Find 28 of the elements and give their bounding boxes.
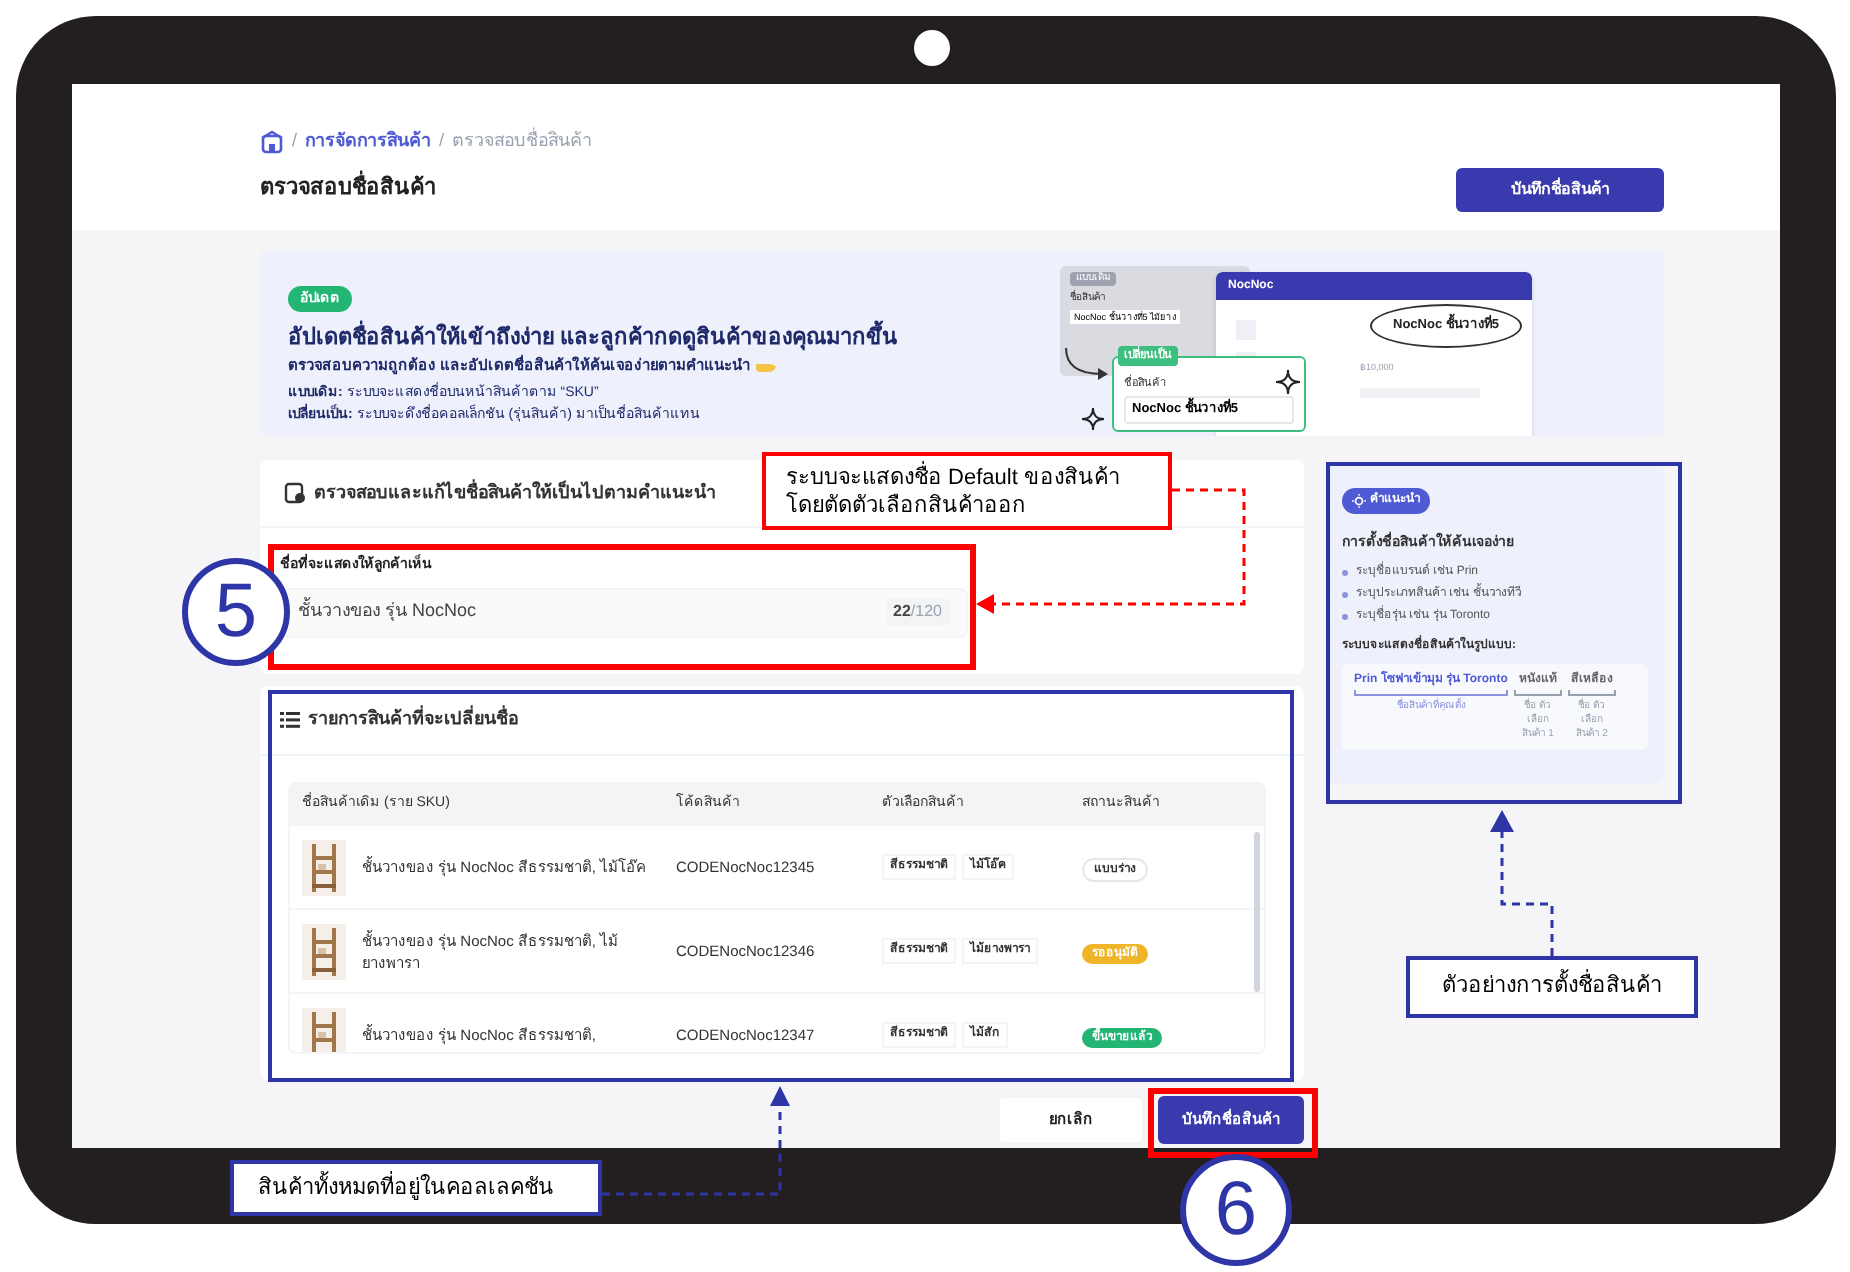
bullet-icon	[1342, 613, 1348, 619]
curved-arrow-icon	[1062, 346, 1110, 382]
bracket-icon	[1513, 689, 1562, 695]
banner-title: อัปเดตชื่อสินค้าให้เข้าถึงง่าย และลูกค้ากดดูสินค้าของคุณมากขึ้น	[288, 324, 899, 354]
bullet-icon	[1342, 591, 1348, 597]
sparkle-icon	[1082, 408, 1104, 430]
callout: ระบบจะแสดงชื่อ Default ของสินค้า โดยตัดตัวเลือกสินค้าออก	[762, 452, 1172, 530]
store-icon[interactable]	[260, 129, 284, 154]
save-button[interactable]: บันทึกชื่อสินค้า	[1456, 167, 1664, 211]
character-counter: 22/120	[885, 598, 950, 626]
scrollbar[interactable]	[1254, 832, 1260, 992]
page-title: ตรวจสอบชื่อสินค้า	[260, 172, 436, 206]
callout: ตัวอย่างการตั้งชื่อสินค้า	[1406, 956, 1698, 1018]
breadcrumb-separator: /	[292, 128, 298, 154]
step-number: 6	[1180, 1154, 1292, 1266]
callout: สินค้าทั้งหมดที่อยู่ในคอลเลคชัน	[230, 1160, 602, 1216]
list-icon	[280, 712, 300, 728]
lightbulb-icon	[1352, 494, 1366, 508]
bracket-icon	[1354, 689, 1508, 695]
bracket-icon	[1567, 689, 1616, 695]
bullet-icon	[1342, 569, 1348, 575]
breadcrumb-separator: /	[439, 128, 445, 154]
name-input-field[interactable]: ชั้นวางของ รุ่น NocNoc 22/120	[280, 587, 968, 637]
document-check-icon	[284, 482, 306, 504]
sparkle-icon	[1276, 370, 1300, 394]
breadcrumb-link[interactable]: การจัดการสินค้า	[305, 128, 432, 155]
section-title: ตรวจสอบและแก้ไขชื่อสินค้าให้เป็นไปตามคำแนะนำ	[314, 479, 716, 506]
section-title: รายการสินค้าที่จะเปลี่ยนชื่อ	[308, 706, 518, 733]
